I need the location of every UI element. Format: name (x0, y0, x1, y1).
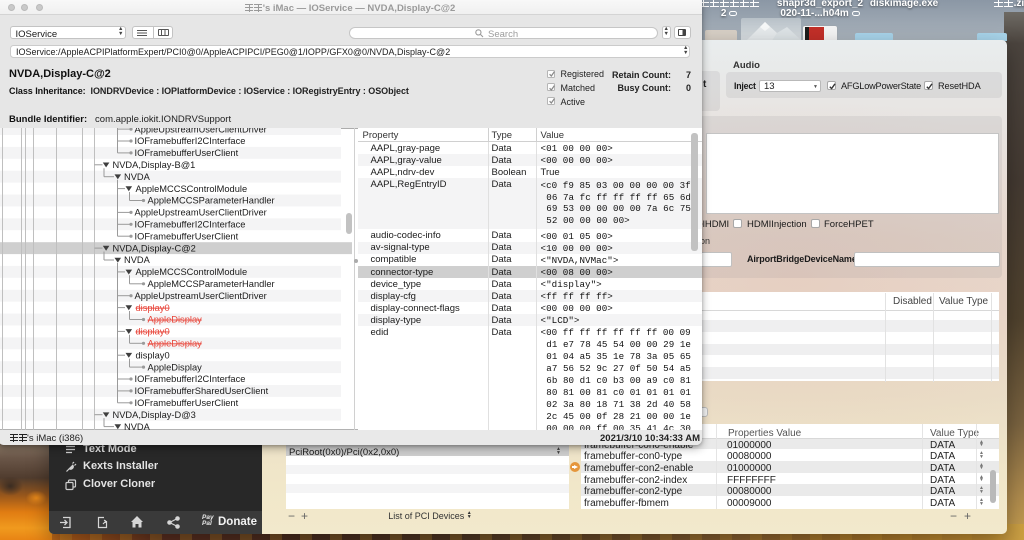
svg-text:IOFramebufferI2CInterface: IOFramebufferI2CInterface (135, 374, 246, 384)
svg-text:display0: display0 (136, 302, 170, 312)
svg-text:AppleMCCSControlModule: AppleMCCSControlModule (136, 183, 248, 193)
svg-text:AppleDisplay: AppleDisplay (148, 362, 203, 372)
svg-text:IOFramebufferUserClient: IOFramebufferUserClient (135, 231, 239, 241)
svg-text:IOFramebufferSharedUserClient: IOFramebufferSharedUserClient (135, 386, 269, 396)
svg-text:AppleMCCSParameterHandler: AppleMCCSParameterHandler (148, 279, 275, 289)
svg-text:AppleUpstreamUserClientDriver: AppleUpstreamUserClientDriver (135, 207, 267, 217)
svg-text:NVDA: NVDA (124, 255, 151, 265)
svg-text:display0: display0 (136, 326, 170, 336)
svg-text:AppleDisplay: AppleDisplay (148, 338, 203, 348)
svg-text:AppleMCCSParameterHandler: AppleMCCSParameterHandler (148, 195, 275, 205)
svg-text:NVDA,Display-C@2: NVDA,Display-C@2 (113, 243, 196, 253)
svg-text:IOFramebufferUserClient: IOFramebufferUserClient (135, 398, 239, 408)
svg-text:AppleUpstreamUserClientDriver: AppleUpstreamUserClientDriver (135, 290, 267, 300)
svg-text:AppleDisplay: AppleDisplay (148, 314, 203, 324)
svg-text:IOFramebufferI2CInterface: IOFramebufferI2CInterface (135, 219, 246, 229)
svg-text:NVDA,Display-D@3: NVDA,Display-D@3 (113, 409, 196, 419)
svg-text:NVDA: NVDA (124, 421, 151, 429)
svg-text:IOFramebufferUserClient: IOFramebufferUserClient (135, 148, 239, 158)
svg-text:NVDA,Display-B@1: NVDA,Display-B@1 (113, 160, 196, 170)
svg-text:display0: display0 (136, 350, 170, 360)
svg-text:AppleUpstreamUserClientDriver: AppleUpstreamUserClientDriver (135, 128, 267, 134)
svg-text:AppleMCCSControlModule: AppleMCCSControlModule (136, 267, 248, 277)
svg-text:IOFramebufferI2CInterface: IOFramebufferI2CInterface (135, 136, 246, 146)
svg-text:NVDA: NVDA (124, 171, 151, 181)
